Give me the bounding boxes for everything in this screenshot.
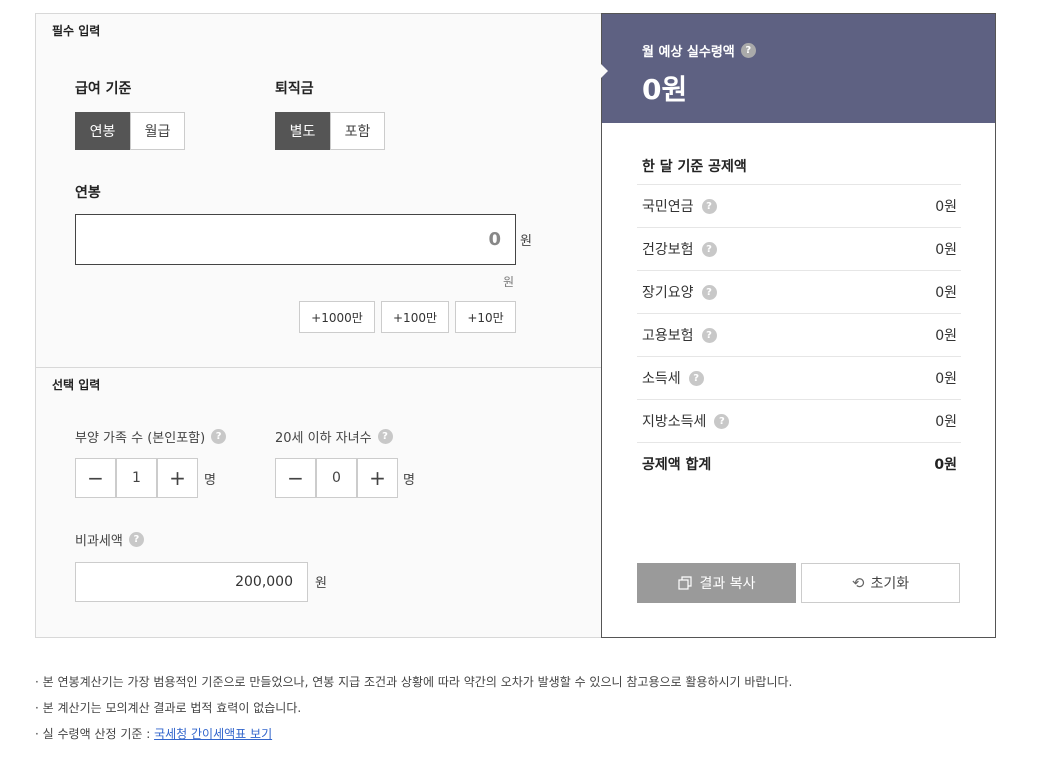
pay-basis-label: 급여 기준 bbox=[75, 81, 132, 97]
children-label: 20세 이하 자녀수 bbox=[275, 431, 372, 446]
deduction-row-pension: 국민연금? 0원 bbox=[637, 184, 961, 227]
copy-result-label: 결과 복사 bbox=[699, 576, 756, 592]
severance-included-button[interactable]: 포함 bbox=[330, 112, 385, 150]
dependents-label-row: 부양 가족 수 (본인포함) ? bbox=[75, 427, 227, 446]
question-icon[interactable]: ? bbox=[701, 198, 717, 214]
result-amount: 0원 bbox=[642, 73, 688, 106]
minus-icon: − bbox=[287, 466, 304, 490]
notice-item: · 본 계산기는 모의계산 결과로 법적 효력이 없습니다. bbox=[35, 701, 302, 715]
notice-item: · 본 연봉계산기는 가장 범용적인 기준으로 만들었으나, 연봉 지급 조건과… bbox=[35, 675, 793, 689]
plus-icon: + bbox=[169, 466, 186, 490]
deduction-name: 국민연금 bbox=[642, 199, 694, 215]
result-panel: 월 예상 실수령액 ? 0원 한 달 기준 공제액 국민연금? 0원 건강보험?… bbox=[601, 13, 996, 638]
required-section-title: 필수 입력 bbox=[52, 24, 101, 38]
add-10m-button[interactable]: +1000만 bbox=[299, 301, 375, 333]
pay-basis-monthly-button[interactable]: 월급 bbox=[130, 112, 185, 150]
deduction-value: 0원 bbox=[935, 285, 957, 301]
dependents-unit: 명 bbox=[204, 473, 216, 488]
pay-basis-toggle: 연봉 월급 bbox=[75, 112, 185, 150]
question-icon[interactable]: ? bbox=[740, 43, 756, 58]
deduction-value: 0원 bbox=[935, 242, 957, 258]
children-label-row: 20세 이하 자녀수 ? bbox=[275, 427, 393, 446]
deduction-name: 건강보험 bbox=[642, 242, 694, 258]
optional-section-title: 선택 입력 bbox=[52, 378, 101, 392]
required-section: 필수 입력 급여 기준 연봉 월급 퇴직금 별도 포함 연봉 0 원 원 +10… bbox=[36, 14, 601, 368]
question-icon[interactable]: ? bbox=[211, 429, 227, 444]
question-icon[interactable]: ? bbox=[128, 532, 144, 547]
dependents-value[interactable]: 1 bbox=[116, 458, 157, 498]
deduction-value: 0원 bbox=[935, 414, 957, 430]
children-stepper: − 0 + bbox=[275, 458, 398, 498]
nontax-label: 비과세액 bbox=[75, 534, 123, 549]
result-header: 월 예상 실수령액 ? 0원 bbox=[601, 14, 995, 123]
result-title-row: 월 예상 실수령액 ? bbox=[642, 41, 756, 60]
quick-add-buttons: +1000만 +100만 +10만 bbox=[299, 301, 516, 333]
children-plus-button[interactable]: + bbox=[357, 458, 398, 498]
deduction-total-value: 0원 bbox=[934, 457, 957, 473]
severance-toggle: 별도 포함 bbox=[275, 112, 385, 150]
question-icon[interactable]: ? bbox=[701, 284, 717, 300]
result-title: 월 예상 실수령액 bbox=[642, 45, 735, 60]
deduction-title: 한 달 기준 공제액 bbox=[642, 159, 747, 175]
salary-input[interactable]: 0 bbox=[75, 214, 516, 265]
deduction-name: 장기요양 bbox=[642, 285, 694, 301]
notice-list: · 본 연봉계산기는 가장 범용적인 기준으로 만들었으나, 연봉 지급 조건과… bbox=[35, 669, 792, 747]
dependents-minus-button[interactable]: − bbox=[75, 458, 116, 498]
salary-hint-unit: 원 bbox=[503, 275, 515, 289]
dependents-plus-button[interactable]: + bbox=[157, 458, 198, 498]
input-panel: 필수 입력 급여 기준 연봉 월급 퇴직금 별도 포함 연봉 0 원 원 +10… bbox=[35, 13, 602, 638]
question-icon[interactable]: ? bbox=[688, 370, 704, 386]
deduction-row-local-tax: 지방소득세? 0원 bbox=[637, 399, 961, 442]
severance-separate-button[interactable]: 별도 bbox=[275, 112, 330, 150]
deduction-total-row: 공제액 합계 0원 bbox=[637, 442, 961, 485]
minus-icon: − bbox=[87, 466, 104, 490]
deduction-row-health: 건강보험? 0원 bbox=[637, 227, 961, 270]
salary-unit: 원 bbox=[520, 234, 532, 249]
plus-icon: + bbox=[369, 466, 386, 490]
reset-button[interactable]: ⟲ 초기화 bbox=[801, 563, 960, 603]
deduction-row-income-tax: 소득세? 0원 bbox=[637, 356, 961, 399]
tax-table-link[interactable]: 국세청 간이세액표 보기 bbox=[154, 727, 272, 741]
deduction-value: 0원 bbox=[935, 199, 957, 215]
deduction-list: 국민연금? 0원 건강보험? 0원 장기요양? 0원 고용보험? 0원 소득세?… bbox=[637, 184, 961, 485]
deduction-name: 고용보험 bbox=[642, 328, 694, 344]
notice-prefix: · 실 수령액 산정 기준 : bbox=[35, 727, 155, 741]
salary-label: 연봉 bbox=[75, 185, 101, 201]
dependents-stepper: − 1 + bbox=[75, 458, 198, 498]
question-icon[interactable]: ? bbox=[714, 413, 730, 429]
question-icon[interactable]: ? bbox=[701, 241, 717, 257]
pointer-arrow bbox=[601, 64, 608, 78]
copy-result-button[interactable]: 결과 복사 bbox=[637, 563, 796, 603]
add-100k-button[interactable]: +10만 bbox=[455, 301, 516, 333]
question-icon[interactable]: ? bbox=[701, 327, 717, 343]
copy-icon bbox=[677, 576, 692, 590]
deduction-row-employment: 고용보험? 0원 bbox=[637, 313, 961, 356]
pay-basis-annual-button[interactable]: 연봉 bbox=[75, 112, 130, 150]
deduction-value: 0원 bbox=[935, 371, 957, 387]
question-icon[interactable]: ? bbox=[377, 429, 393, 444]
nontax-unit: 원 bbox=[315, 576, 327, 591]
nontax-label-row: 비과세액 ? bbox=[75, 530, 144, 549]
deduction-total-label: 공제액 합계 bbox=[642, 457, 712, 473]
dependents-label: 부양 가족 수 (본인포함) bbox=[75, 431, 206, 446]
deduction-row-longterm-care: 장기요양? 0원 bbox=[637, 270, 961, 313]
notice-item: · 실 수령액 산정 기준 : 국세청 간이세액표 보기 bbox=[35, 721, 792, 747]
nontax-input[interactable]: 200,000 bbox=[75, 562, 308, 602]
children-minus-button[interactable]: − bbox=[275, 458, 316, 498]
severance-label: 퇴직금 bbox=[275, 81, 314, 97]
deduction-name: 소득세 bbox=[642, 371, 681, 387]
add-1m-button[interactable]: +100만 bbox=[381, 301, 449, 333]
reset-icon: ⟲ bbox=[851, 574, 865, 592]
deduction-value: 0원 bbox=[935, 328, 957, 344]
children-unit: 명 bbox=[403, 473, 415, 488]
deduction-name: 지방소득세 bbox=[642, 414, 707, 430]
children-value[interactable]: 0 bbox=[316, 458, 357, 498]
reset-label: 초기화 bbox=[870, 576, 910, 592]
